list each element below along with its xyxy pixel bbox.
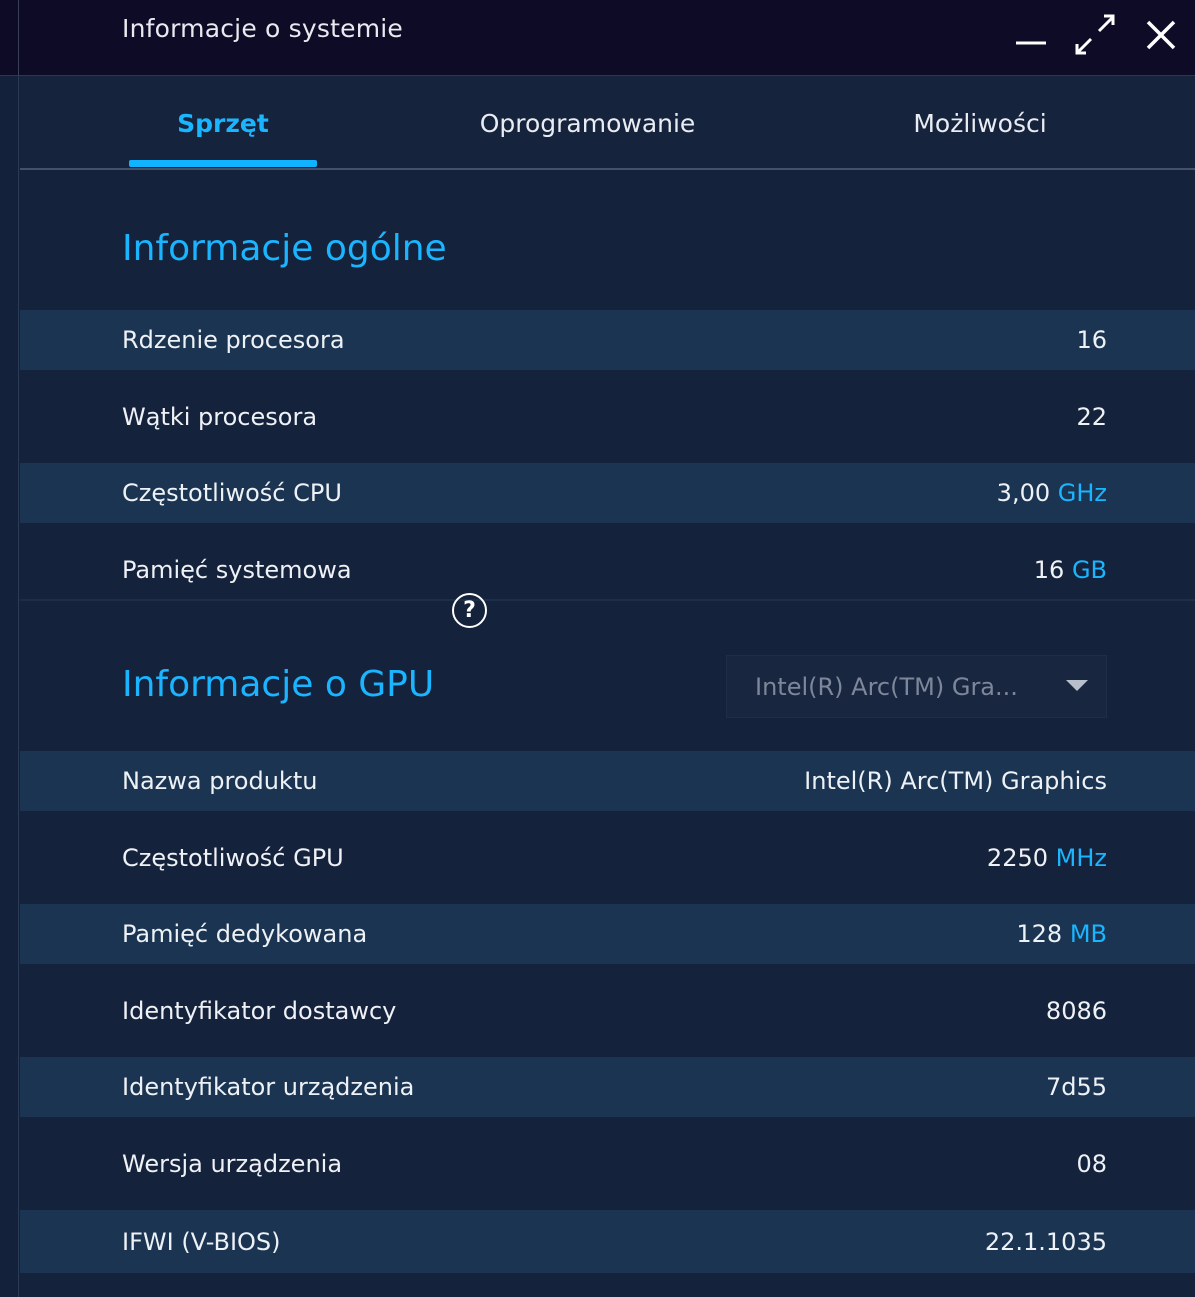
row-label: Nazwa produktu xyxy=(122,767,318,795)
gpu-info-title: Informacje o GPU xyxy=(122,664,435,705)
info-row: Identyfikator urządzenia 7d55 xyxy=(20,1057,1195,1117)
info-row: Częstotliwość CPU 3,00 GHz xyxy=(20,463,1195,523)
row-value: 2250 MHz xyxy=(986,844,1107,872)
row-value: 22 xyxy=(1076,403,1107,431)
row-value: 16 xyxy=(1076,326,1107,354)
tab-capabilities[interactable]: Możliwości xyxy=(840,76,1120,170)
tab-bar: Sprzęt Oprogramowanie Możliwości xyxy=(20,76,1195,170)
close-icon xyxy=(1146,20,1176,50)
row-unit: GHz xyxy=(1057,479,1107,507)
row-value: 3,00 GHz xyxy=(996,479,1107,507)
row-value: 08 xyxy=(1076,1150,1107,1178)
maximize-button[interactable] xyxy=(1070,10,1120,60)
info-row: Rdzenie procesora 16 xyxy=(20,310,1195,370)
tab-software[interactable]: Oprogramowanie xyxy=(440,76,735,170)
row-label: Identyfikator dostawcy xyxy=(122,997,397,1025)
info-row: Pamięć systemowa 16 GB xyxy=(20,540,1195,600)
info-row: Wersja urządzenia 08 xyxy=(20,1134,1195,1194)
row-label: Pamięć dedykowana xyxy=(122,920,368,948)
row-value: 128 MB xyxy=(1016,920,1107,948)
chevron-down-icon xyxy=(1066,680,1088,691)
left-panel-edge xyxy=(0,0,19,1297)
minimize-icon xyxy=(1016,41,1046,45)
tab-hardware[interactable]: Sprzęt xyxy=(129,76,317,170)
row-label: Identyfikator urządzenia xyxy=(122,1073,415,1101)
info-row: Częstotliwość GPU 2250 MHz xyxy=(20,828,1195,888)
row-label: Częstotliwość CPU xyxy=(122,479,342,507)
minimize-button[interactable] xyxy=(1006,10,1056,60)
expand-arrows-icon xyxy=(1075,14,1115,55)
titlebar-edge xyxy=(18,0,19,76)
row-unit: GB xyxy=(1071,556,1107,584)
row-label: Pamięć systemowa xyxy=(122,556,352,584)
title-bar: Informacje o systemie xyxy=(0,0,1195,76)
row-label: Wątki procesora xyxy=(122,403,318,431)
row-unit: MHz xyxy=(1055,844,1107,872)
info-row: IFWI (V-BIOS) 22.1.1035 xyxy=(20,1210,1195,1273)
gpu-select-dropdown[interactable]: Intel(R) Arc(TM) Gra... xyxy=(726,655,1107,718)
info-row: Nazwa produktu Intel(R) Arc(TM) Graphics xyxy=(20,751,1195,811)
row-label: Wersja urządzenia xyxy=(122,1150,343,1178)
section-divider xyxy=(20,599,1195,601)
window-title: Informacje o systemie xyxy=(122,14,403,43)
gpu-select-value: Intel(R) Arc(TM) Gra... xyxy=(755,672,1018,701)
info-row: Wątki procesora 22 xyxy=(20,387,1195,447)
main-content: Sprzęt Oprogramowanie Możliwości Informa… xyxy=(20,76,1195,1297)
general-info-title: Informacje ogólne xyxy=(122,228,447,269)
row-label: Częstotliwość GPU xyxy=(122,844,344,872)
row-value: 7d55 xyxy=(1045,1073,1107,1101)
close-button[interactable] xyxy=(1136,10,1186,60)
help-icon[interactable]: ? xyxy=(452,593,487,628)
row-unit: MB xyxy=(1069,920,1107,948)
row-value: 16 GB xyxy=(1033,556,1107,584)
info-row: Identyfikator dostawcy 8086 xyxy=(20,981,1195,1041)
info-row: Pamięć dedykowana 128 MB xyxy=(20,904,1195,964)
row-label: Rdzenie procesora xyxy=(122,326,345,354)
row-value: 22.1.1035 xyxy=(984,1227,1107,1256)
active-tab-indicator xyxy=(129,160,317,167)
row-value: 8086 xyxy=(1045,997,1107,1025)
row-label: IFWI (V-BIOS) xyxy=(122,1227,281,1256)
row-value: Intel(R) Arc(TM) Graphics xyxy=(804,767,1107,795)
